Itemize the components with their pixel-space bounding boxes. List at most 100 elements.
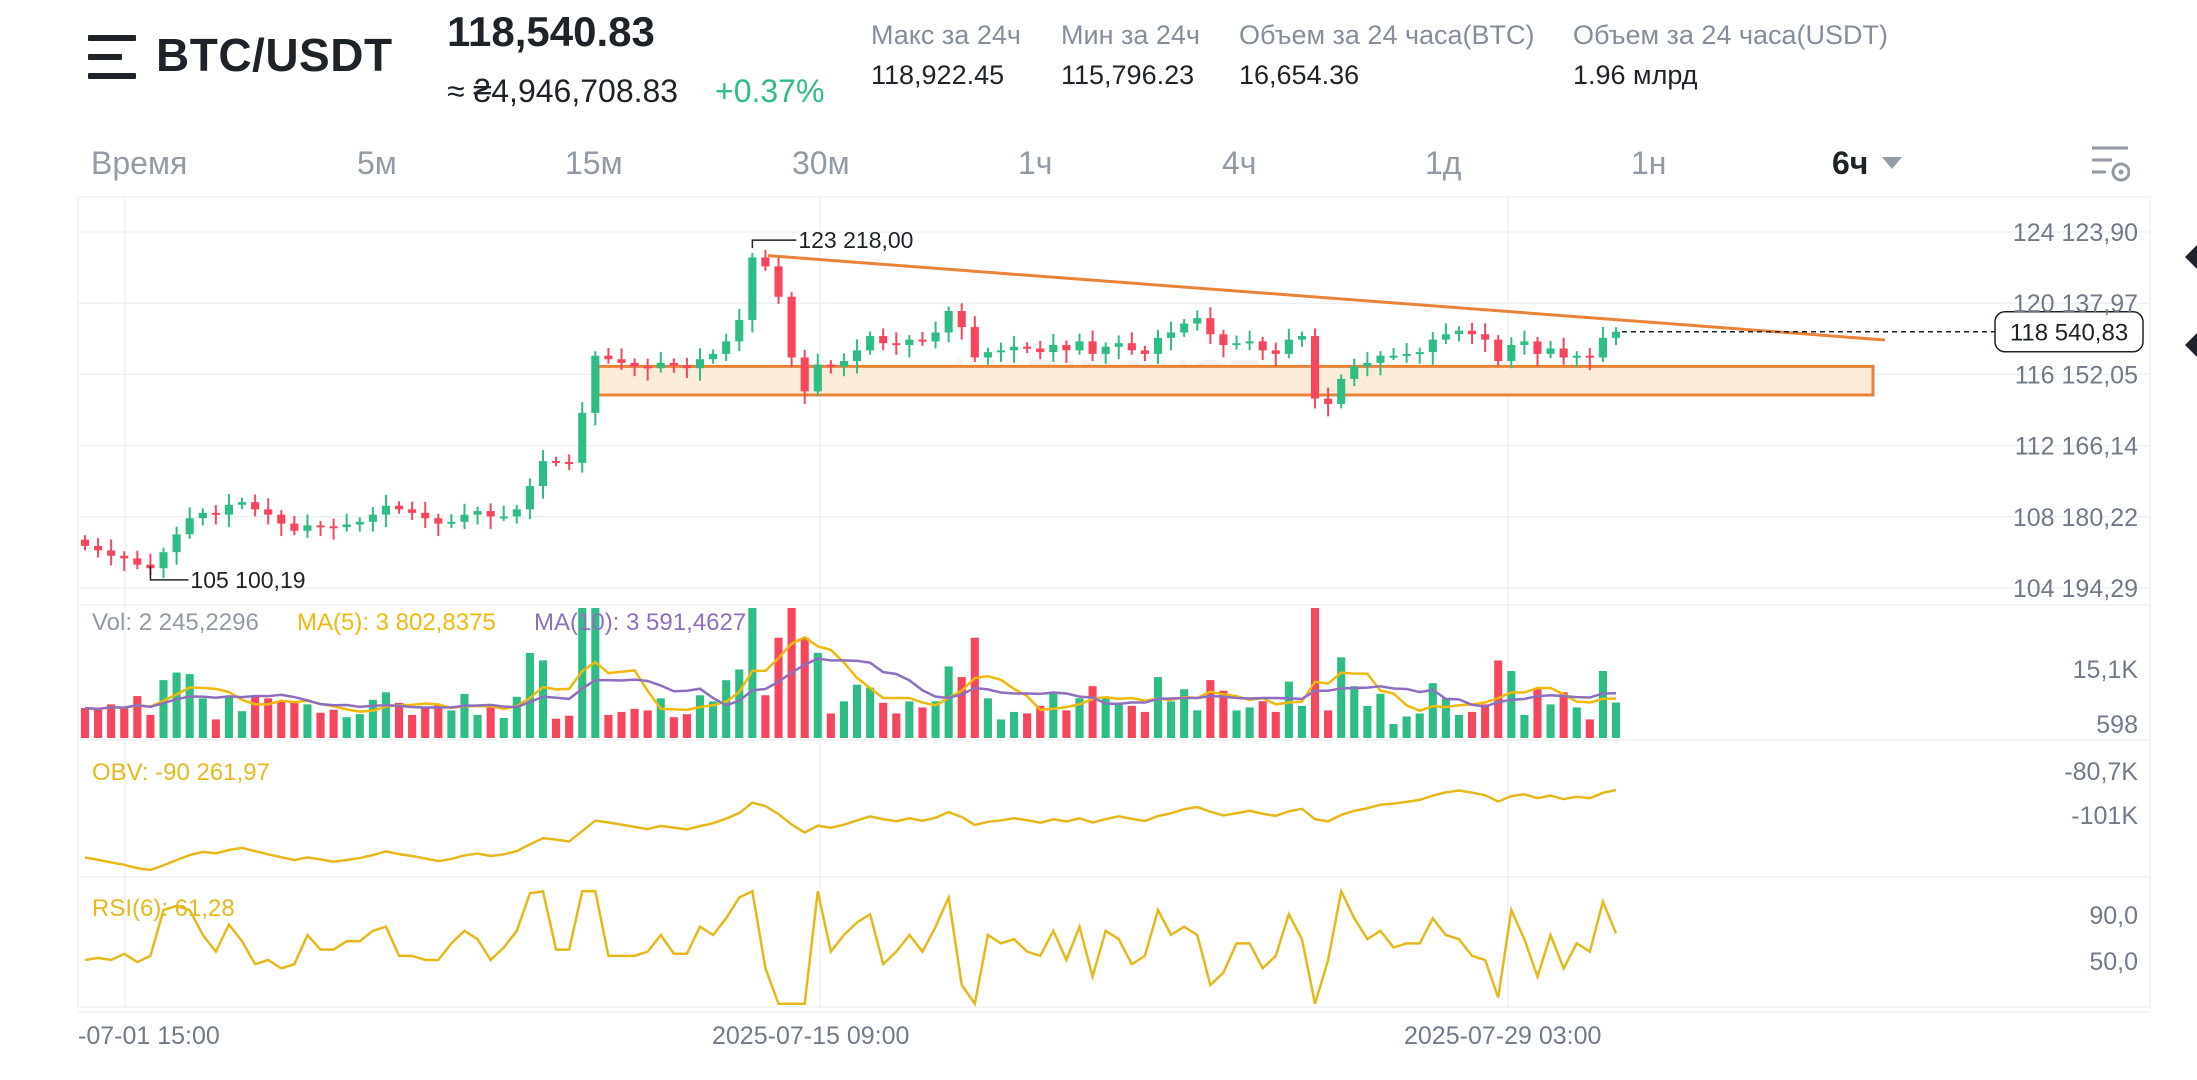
volume-bar	[447, 710, 456, 738]
candle-body	[813, 364, 822, 392]
candle-body	[1520, 341, 1529, 345]
low-marker-line	[149, 565, 189, 581]
candle-body	[499, 516, 508, 519]
volume-bar	[774, 637, 783, 738]
candle-body	[1572, 355, 1581, 358]
volume-bar	[342, 717, 351, 738]
high-marker-label: 123 218,00	[798, 227, 913, 253]
price-tick-label: 108 180,22	[2013, 504, 2138, 532]
candle-body	[120, 555, 129, 559]
candle-body	[159, 552, 168, 569]
candle-body	[394, 505, 404, 510]
volume-bar	[552, 718, 561, 738]
volume-bar	[1297, 705, 1307, 738]
volume-bar	[669, 717, 678, 738]
rsi-pane	[84, 887, 1618, 1007]
volume-bar	[1559, 692, 1568, 738]
volume-bar	[1585, 719, 1594, 738]
price-tick-label: 124 123,90	[2013, 219, 2138, 247]
x-label-3: 2025-07-29 03:00	[1404, 1022, 1601, 1050]
volume-tick-low: 598	[2096, 711, 2138, 739]
volume-bar	[80, 708, 90, 738]
candle-body	[1088, 341, 1097, 354]
candle-body	[486, 511, 495, 517]
volume-bar	[1611, 702, 1621, 738]
candle-body	[538, 461, 548, 487]
volume-bar	[1167, 701, 1176, 738]
volume-bar	[1010, 711, 1019, 738]
volume-bar	[1140, 711, 1149, 738]
volume-bar	[682, 714, 691, 738]
volume-bar	[1454, 714, 1464, 738]
candle-body	[107, 550, 116, 556]
candle-body	[1219, 334, 1228, 345]
candle-body	[1402, 353, 1411, 356]
volume-bar	[394, 702, 404, 738]
volume-bar	[1153, 677, 1163, 738]
candle-body	[473, 511, 482, 515]
volume-bar	[1546, 704, 1555, 738]
volume-bar	[1350, 686, 1359, 738]
volume-bar	[120, 708, 129, 738]
candle-body	[866, 336, 875, 351]
ma10-line	[84, 657, 1617, 711]
support-zone	[596, 364, 1875, 397]
candle-body	[1075, 341, 1084, 351]
candle-body	[133, 558, 142, 565]
candle-body	[1324, 398, 1333, 404]
volume-bar	[290, 702, 299, 738]
chart-grid	[77, 196, 2151, 1013]
volume-bar	[146, 714, 155, 738]
ma5-line	[84, 635, 1617, 713]
price-tick-label: 116 152,05	[2015, 361, 2138, 389]
candle-body	[826, 364, 835, 367]
current-price-label: 118 540,83	[2010, 320, 2128, 347]
candle-body	[604, 355, 613, 360]
candle-body	[264, 509, 273, 515]
candle-body	[1310, 336, 1320, 399]
candle-body	[224, 504, 233, 515]
volume-bar	[1415, 713, 1424, 738]
volume-bar	[303, 704, 312, 738]
candle-body	[1559, 348, 1568, 358]
price-tick-label: 112 166,14	[2015, 433, 2138, 461]
candle-body	[695, 359, 705, 369]
obv-tick-high: -80,7K	[2064, 758, 2138, 786]
candle-body	[748, 257, 757, 320]
candle-body	[1062, 344, 1071, 351]
candle-body	[316, 525, 325, 528]
price-axis: 124 123,90 120 137,97 116 152,05 112 166,14…	[2013, 219, 2138, 603]
volume-bar	[434, 704, 443, 738]
candle-body	[1494, 339, 1503, 362]
volume-bar	[1598, 671, 1607, 738]
obv-label: OBV: -90 261,97	[92, 759, 270, 786]
candle-body	[761, 257, 770, 267]
volume-label: Vol: 2 245,2296	[92, 609, 259, 636]
candle-body	[565, 461, 574, 464]
candle-body	[931, 332, 940, 342]
scroll-marker-icon	[2185, 245, 2197, 269]
candle-body	[852, 350, 862, 362]
candle-body	[1193, 318, 1202, 324]
candle-body	[709, 353, 718, 360]
volume-bar	[1481, 704, 1490, 738]
candle-body	[957, 311, 966, 328]
price-chart[interactable]: BINANCE 123 218,00105 100,19118 540,83 1…	[0, 0, 2197, 1080]
volume-bar	[185, 674, 194, 738]
candle-body	[1546, 348, 1555, 354]
volume-bar	[421, 707, 430, 738]
candle-body	[1363, 362, 1372, 367]
volume-bar	[237, 711, 247, 738]
candles	[80, 249, 1621, 579]
candle-body	[1468, 330, 1477, 335]
high-marker-line	[751, 239, 797, 249]
candle-body	[552, 461, 561, 464]
volume-tick-high: 15,1K	[2073, 656, 2139, 684]
volume-bar	[1402, 716, 1411, 738]
volume-bar	[211, 719, 220, 738]
volume-bar	[172, 672, 181, 738]
candle-body	[1376, 355, 1385, 363]
volume-bar	[852, 684, 862, 738]
candle-body	[1114, 343, 1123, 347]
candle-body	[1101, 346, 1110, 354]
